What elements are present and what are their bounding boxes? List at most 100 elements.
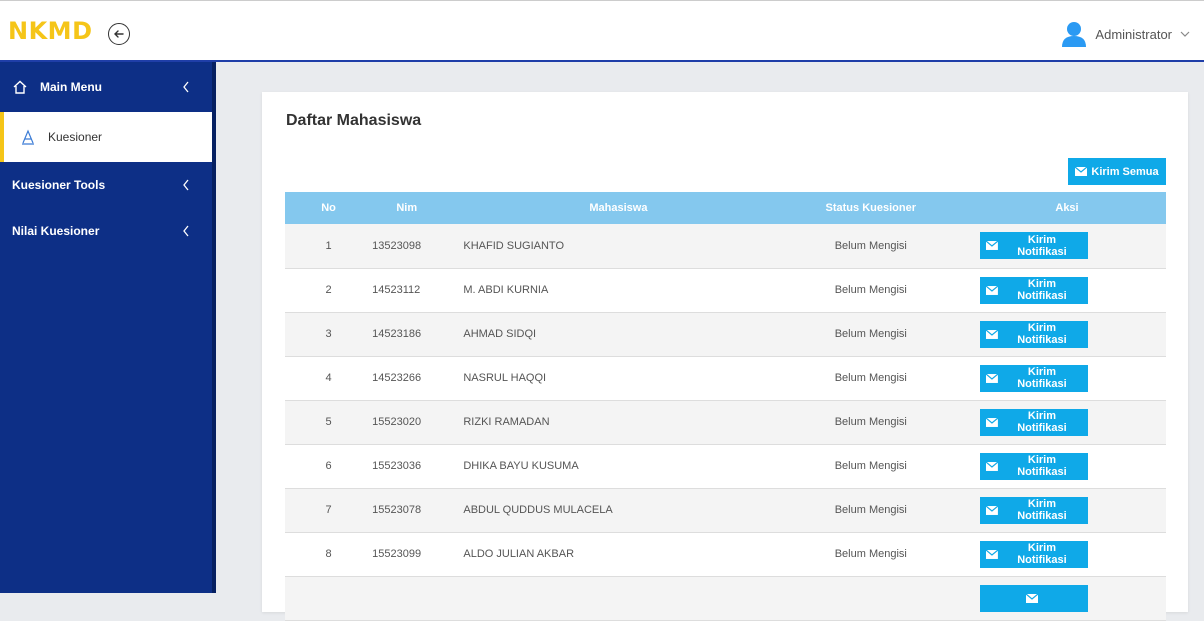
envelope-icon (986, 241, 998, 251)
cell-no: 5 (325, 416, 332, 428)
cell-no: 4 (325, 372, 332, 384)
send-notification-button[interactable]: Kirim Notifikasi (980, 364, 1089, 392)
column-header-mahasiswa[interactable]: Mahasiswa (441, 192, 773, 224)
table-row: 4 14523266 NASRUL HAQQI Belum Mengisi Ki… (285, 356, 1166, 400)
sidebar-item-nilai-kuesioner[interactable]: Nilai Kuesioner (0, 208, 212, 254)
send-all-label: Kirim Semua (1091, 165, 1159, 178)
send-notification-label: Kirim Notifikasi (1017, 366, 1067, 390)
cell-mahasiswa: M. ABDI KURNIA (463, 284, 549, 296)
cell-aksi: Kirim Notifikasi (968, 400, 1166, 444)
send-notification-label: Kirim Notifikasi (1017, 498, 1067, 522)
column-header-aksi[interactable]: Aksi (968, 192, 1166, 224)
cell-status: Belum Mengisi (834, 239, 907, 252)
table-row: 6 15523036 DHIKA BAYU KUSUMA Belum Mengi… (285, 444, 1166, 488)
table-row: 5 15523020 RIZKI RAMADAN Belum Mengisi K… (285, 400, 1166, 444)
cell-aksi: Kirim Notifikasi (968, 532, 1166, 576)
envelope-icon (1075, 167, 1088, 176)
column-header-nim[interactable]: Nim (372, 192, 441, 224)
cell-no (285, 576, 372, 620)
send-notification-label: Kirim Notifikasi (1017, 410, 1067, 434)
send-notification-button[interactable]: Kirim Notifikasi (980, 452, 1089, 480)
cell-nim: 14523266 (372, 372, 422, 384)
sidebar-item-main-menu[interactable]: Main Menu (0, 62, 212, 112)
sidebar-toggle-button[interactable] (108, 23, 130, 45)
envelope-icon (986, 461, 998, 471)
send-all-button[interactable]: Kirim Semua (1068, 158, 1166, 185)
column-header-no[interactable]: No (285, 192, 372, 224)
cell-nim: 15523078 (372, 504, 422, 516)
send-notification-button[interactable]: Kirim Notifikasi (980, 320, 1089, 348)
cell-status (774, 576, 968, 620)
arrow-left-icon (114, 30, 124, 38)
sidebar-item-label: Kuesioner Tools (12, 178, 106, 192)
cell-nim: 14523186 (372, 328, 422, 340)
cell-status: Belum Mengisi (834, 504, 907, 516)
chevron-left-icon (183, 179, 189, 191)
cell-aksi: Kirim Notifikasi (968, 312, 1166, 356)
table-row: 1 13523098 KHAFID SUGIANTO Belum Mengisi… (285, 224, 1166, 268)
send-notification-label: Kirim Notifikasi (1017, 454, 1067, 478)
cell-mahasiswa: KHAFID SUGIANTO (463, 239, 565, 252)
send-notification-label: Kirim Notifikasi (1017, 542, 1067, 566)
send-notification-label: Kirim Notifikasi (1017, 278, 1067, 302)
send-notification-button[interactable]: Kirim Notifikasi (980, 408, 1089, 436)
cell-nim: 15523020 (372, 416, 422, 428)
cell-nim: 15523036 (372, 460, 422, 472)
table-row: 8 15523099 ALDO JULIAN AKBAR Belum Mengi… (285, 532, 1166, 576)
cell-mahasiswa: ABDUL QUDDUS MULACELA (463, 504, 613, 516)
envelope-icon (986, 549, 998, 559)
cell-nim (372, 576, 441, 620)
table-row: 3 14523186 AHMAD SIDQI Belum Mengisi Kir… (285, 312, 1166, 356)
cell-status: Belum Mengisi (834, 372, 907, 384)
sidebar-item-label: Nilai Kuesioner (12, 224, 100, 238)
cell-no: 1 (325, 239, 332, 252)
sidebar-item-kuesioner[interactable]: Kuesioner (0, 112, 212, 162)
cell-aksi (968, 576, 1166, 620)
sidebar-item-label: Kuesioner (48, 130, 103, 144)
app-logo[interactable]: NKMD (8, 17, 93, 45)
column-header-status[interactable]: Status Kuesioner (774, 192, 968, 224)
user-name: Administrator (1095, 26, 1172, 42)
sidebar-item-label: Main Menu (40, 80, 102, 94)
user-avatar-icon (1061, 21, 1087, 47)
cell-no: 3 (325, 328, 332, 340)
cell-status: Belum Mengisi (834, 416, 907, 428)
table-header-row: No Nim Mahasiswa Status Kuesioner Aksi (285, 192, 1166, 224)
cell-no: 6 (325, 460, 332, 472)
cell-no: 2 (325, 284, 332, 296)
table-row (285, 576, 1166, 620)
cell-mahasiswa (441, 576, 773, 620)
chevron-left-icon (183, 225, 189, 237)
page-title: Daftar Mahasiswa (286, 112, 422, 129)
envelope-icon (986, 505, 998, 515)
cell-nim: 15523099 (372, 548, 422, 560)
send-notification-button[interactable]: Kirim Notifikasi (980, 496, 1089, 524)
cell-mahasiswa: ALDO JULIAN AKBAR (463, 548, 575, 560)
send-notification-button[interactable]: Kirim Notifikasi (980, 540, 1089, 568)
envelope-icon (986, 329, 998, 339)
cell-aksi: Kirim Notifikasi (968, 488, 1166, 532)
envelope-icon (1026, 593, 1039, 603)
cell-mahasiswa: DHIKA BAYU KUSUMA (463, 460, 579, 472)
cell-mahasiswa: AHMAD SIDQI (463, 328, 537, 340)
cell-nim: 14523112 (372, 284, 421, 296)
send-notification-button[interactable] (980, 584, 1089, 612)
sidebar-item-kuesioner-tools[interactable]: Kuesioner Tools (0, 162, 212, 208)
home-icon (13, 80, 27, 94)
user-menu[interactable]: Administrator (1061, 21, 1190, 47)
table-row: 7 15523078 ABDUL QUDDUS MULACELA Belum M… (285, 488, 1166, 532)
envelope-icon (986, 285, 998, 295)
cell-status: Belum Mengisi (834, 284, 907, 296)
envelope-icon (986, 373, 998, 383)
cell-status: Belum Mengisi (834, 460, 907, 472)
cell-aksi: Kirim Notifikasi (968, 224, 1166, 268)
top-navbar: NKMD Administrator (0, 0, 1204, 62)
envelope-icon (986, 417, 998, 427)
cell-no: 8 (325, 548, 332, 560)
send-notification-button[interactable]: Kirim Notifikasi (980, 276, 1089, 304)
chevron-left-icon (183, 81, 189, 93)
cell-nim: 13523098 (372, 239, 422, 252)
cell-status: Belum Mengisi (834, 548, 907, 560)
send-notification-button[interactable]: Kirim Notifikasi (980, 232, 1089, 260)
cell-status: Belum Mengisi (834, 328, 907, 340)
